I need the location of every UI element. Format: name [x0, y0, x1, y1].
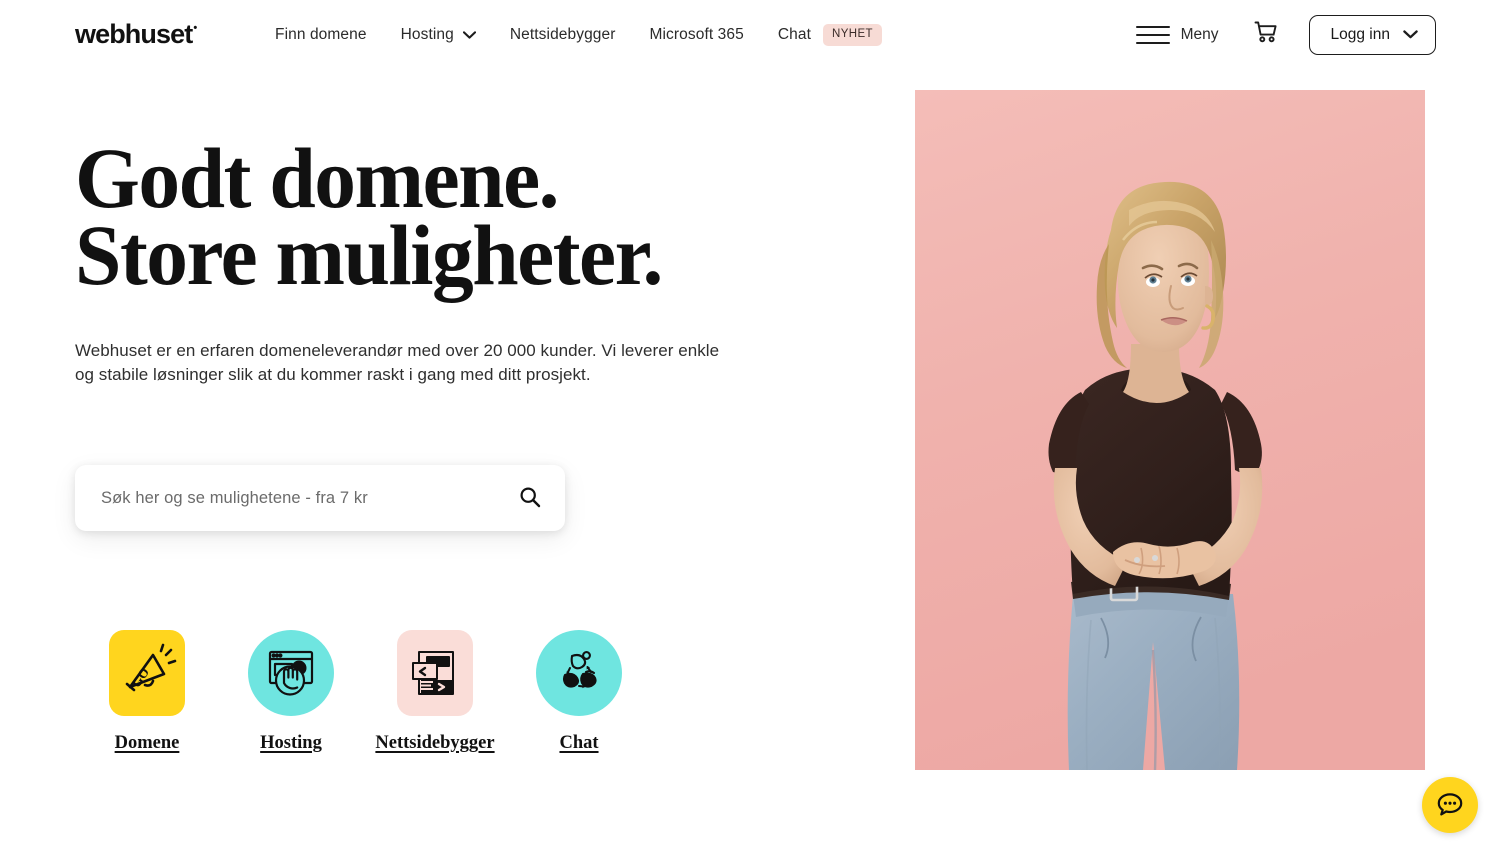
domain-search-card: [75, 465, 565, 531]
nav-item-nettsidebygger[interactable]: Nettsidebygger: [493, 26, 633, 44]
shopping-cart-icon: [1253, 20, 1279, 51]
chat-fab-button[interactable]: [1422, 777, 1478, 833]
site-logo[interactable]: webhuset •: [75, 21, 197, 48]
service-shortcuts: GO Domene Hosting Nettsidebygger Chat: [75, 630, 651, 754]
search-button[interactable]: [515, 483, 545, 513]
logo-registered-icon: •: [193, 22, 198, 34]
hero-subtitle: Webhuset er en erfaren domeneleverandør …: [75, 340, 720, 385]
nav-item-chat[interactable]: Chat NYHET: [761, 24, 899, 46]
chevron-down-icon: [1403, 26, 1418, 44]
login-button[interactable]: Logg inn: [1308, 15, 1436, 55]
nav-item-microsoft-365[interactable]: Microsoft 365: [633, 26, 761, 44]
login-label: Logg inn: [1330, 26, 1390, 43]
nav-label: Hosting: [400, 26, 454, 43]
megaphone-go-icon: GO: [109, 630, 185, 716]
nav-item-hosting[interactable]: Hosting: [384, 26, 493, 44]
service-label: Chat: [559, 733, 599, 753]
service-label: Domene: [114, 733, 180, 753]
cart-button[interactable]: [1253, 20, 1279, 51]
service-link-nettsidebygger[interactable]: Nettsidebygger: [363, 630, 507, 754]
hamburger-menu-icon: [1135, 26, 1170, 44]
nav-label: Chat: [777, 26, 811, 43]
service-label: Hosting: [260, 733, 322, 753]
chat-bubble-icon: [1435, 789, 1465, 822]
hero-photo: [915, 90, 1425, 770]
site-header: webhuset • Finn domene Hosting Nettsideb…: [0, 0, 1500, 70]
header-actions: Meny Logg inn: [1135, 0, 1436, 70]
menu-label: Meny: [1180, 26, 1219, 43]
menu-button[interactable]: Meny: [1135, 26, 1219, 44]
primary-nav: Finn domene Hosting Nettsidebygger Micro…: [275, 0, 899, 70]
service-link-domene[interactable]: GO Domene: [75, 630, 219, 754]
page-root: webhuset • Finn domene Hosting Nettsideb…: [0, 0, 1500, 855]
service-link-chat[interactable]: Chat: [507, 630, 651, 754]
service-link-hosting[interactable]: Hosting: [219, 630, 363, 754]
nyhet-badge: NYHET: [823, 24, 882, 46]
nav-label: Microsoft 365: [649, 26, 744, 43]
hero-section: Godt domene. Store muligheter. Webhuset …: [75, 130, 855, 387]
people-chat-icon: [536, 630, 622, 716]
browser-click-icon: [248, 630, 334, 716]
service-label: Nettsidebygger: [375, 733, 495, 753]
page-title: Godt domene. Store muligheter.: [75, 130, 663, 304]
search-input[interactable]: [101, 488, 515, 508]
nav-label: Nettsidebygger: [509, 26, 616, 43]
chevron-down-icon: [462, 31, 476, 39]
logo-wordmark: webhuset: [75, 19, 193, 49]
nav-label: Finn domene: [275, 26, 367, 43]
search-icon: [518, 485, 542, 512]
code-layout-icon: [397, 630, 473, 716]
nav-item-finn-domene[interactable]: Finn domene: [275, 26, 384, 44]
